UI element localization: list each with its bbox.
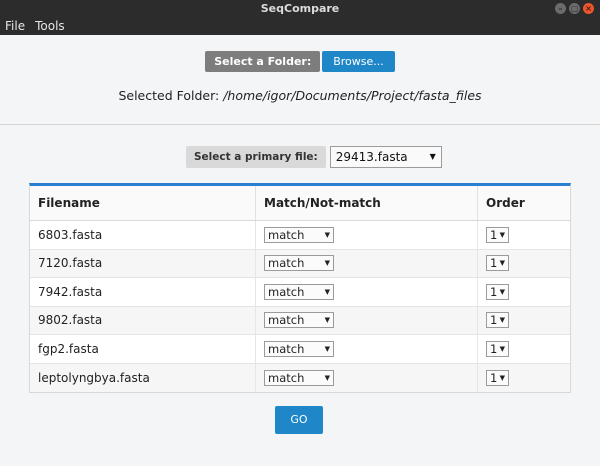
menu-bar: File Tools bbox=[0, 17, 600, 35]
cell-order: 1 ▼ bbox=[478, 221, 570, 249]
selected-folder-prefix: Selected Folder: bbox=[118, 88, 224, 103]
cell-filename: leptolyngbya.fasta bbox=[30, 363, 256, 392]
cell-match: match ▼ bbox=[256, 221, 478, 249]
browse-button[interactable]: Browse... bbox=[322, 51, 395, 72]
selected-folder-path: /home/igor/Documents/Project/fasta_files bbox=[223, 88, 482, 103]
order-value: 1 bbox=[490, 313, 498, 328]
match-value: match bbox=[268, 256, 305, 271]
table-row: 7120.fasta match ▼ 1 ▼ bbox=[30, 249, 570, 278]
match-value: match bbox=[268, 227, 305, 242]
order-value: 1 bbox=[490, 341, 498, 356]
cell-filename: 7120.fasta bbox=[30, 249, 256, 277]
primary-file-value: 29413.fasta bbox=[335, 150, 408, 164]
minimize-icon[interactable]: – bbox=[555, 3, 566, 14]
table-row: 6803.fasta match ▼ 1 ▼ bbox=[30, 221, 570, 250]
order-dropdown[interactable]: 1 ▼ bbox=[486, 312, 509, 329]
match-value: match bbox=[268, 284, 305, 299]
menu-tools[interactable]: Tools bbox=[30, 17, 70, 35]
primary-file-selector: Select a primary file: 29413.fasta ▼ bbox=[186, 146, 442, 168]
cell-match: match ▼ bbox=[256, 306, 478, 334]
folder-selector: Select a Folder: Browse... bbox=[0, 51, 600, 72]
order-dropdown[interactable]: 1 ▼ bbox=[486, 369, 509, 386]
cell-filename: 9802.fasta bbox=[30, 306, 256, 334]
match-dropdown[interactable]: match ▼ bbox=[264, 340, 334, 357]
table-header: Filename Match/Not-match Order bbox=[30, 186, 570, 221]
window-titlebar: SeqCompare – ▢ × bbox=[0, 0, 600, 17]
cell-match: match ▼ bbox=[256, 249, 478, 277]
cell-order: 1 ▼ bbox=[478, 335, 570, 363]
chevron-down-icon: ▼ bbox=[324, 259, 330, 268]
primary-file-dropdown[interactable]: 29413.fasta ▼ bbox=[329, 146, 442, 168]
chevron-down-icon: ▼ bbox=[499, 287, 505, 296]
section-divider bbox=[0, 124, 600, 125]
window-title: SeqCompare bbox=[260, 2, 340, 15]
chevron-down-icon: ▼ bbox=[429, 152, 436, 161]
order-dropdown[interactable]: 1 ▼ bbox=[486, 283, 509, 300]
table-row: 9802.fasta match ▼ 1 ▼ bbox=[30, 306, 570, 335]
order-dropdown[interactable]: 1 ▼ bbox=[486, 340, 509, 357]
cell-order: 1 ▼ bbox=[478, 278, 570, 306]
cell-match: match ▼ bbox=[256, 278, 478, 306]
order-value: 1 bbox=[490, 284, 498, 299]
selected-folder-text: Selected Folder: /home/igor/Documents/Pr… bbox=[0, 88, 600, 103]
files-table: Filename Match/Not-match Order 6803.fast… bbox=[29, 183, 571, 393]
table-row: 7942.fasta match ▼ 1 ▼ bbox=[30, 278, 570, 307]
order-value: 1 bbox=[490, 370, 498, 385]
order-value: 1 bbox=[490, 227, 498, 242]
match-value: match bbox=[268, 313, 305, 328]
match-value: match bbox=[268, 341, 305, 356]
cell-order: 1 ▼ bbox=[478, 250, 570, 278]
main-content: Select a Folder: Browse... Selected Fold… bbox=[0, 35, 600, 466]
chevron-down-icon: ▼ bbox=[499, 259, 505, 268]
chevron-down-icon: ▼ bbox=[499, 316, 505, 325]
chevron-down-icon: ▼ bbox=[324, 287, 330, 296]
match-dropdown[interactable]: match ▼ bbox=[264, 369, 334, 386]
header-match[interactable]: Match/Not-match bbox=[256, 186, 478, 220]
match-value: match bbox=[268, 370, 305, 385]
cell-order: 1 ▼ bbox=[478, 307, 570, 335]
close-icon[interactable]: × bbox=[583, 3, 594, 14]
cell-filename: 6803.fasta bbox=[30, 221, 256, 249]
chevron-down-icon: ▼ bbox=[324, 230, 330, 239]
menu-file[interactable]: File bbox=[0, 17, 30, 35]
chevron-down-icon: ▼ bbox=[499, 230, 505, 239]
cell-match: match ▼ bbox=[256, 335, 478, 363]
select-folder-label: Select a Folder: bbox=[205, 51, 321, 72]
go-button[interactable]: GO bbox=[275, 406, 323, 434]
match-dropdown[interactable]: match ▼ bbox=[264, 255, 334, 272]
header-order[interactable]: Order bbox=[478, 186, 570, 220]
table-row: leptolyngbya.fasta match ▼ 1 ▼ bbox=[30, 363, 570, 393]
chevron-down-icon: ▼ bbox=[499, 373, 505, 382]
cell-match: match ▼ bbox=[256, 363, 478, 392]
chevron-down-icon: ▼ bbox=[324, 344, 330, 353]
match-dropdown[interactable]: match ▼ bbox=[264, 312, 334, 329]
order-dropdown[interactable]: 1 ▼ bbox=[486, 255, 509, 272]
cell-filename: 7942.fasta bbox=[30, 278, 256, 306]
window-controls: – ▢ × bbox=[555, 3, 594, 14]
chevron-down-icon: ▼ bbox=[499, 344, 505, 353]
header-filename[interactable]: Filename bbox=[30, 186, 256, 220]
match-dropdown[interactable]: match ▼ bbox=[264, 283, 334, 300]
chevron-down-icon: ▼ bbox=[324, 373, 330, 382]
cell-order: 1 ▼ bbox=[478, 364, 570, 393]
cell-filename: fgp2.fasta bbox=[30, 335, 256, 363]
primary-file-label: Select a primary file: bbox=[186, 146, 326, 168]
order-value: 1 bbox=[490, 256, 498, 271]
table-row: fgp2.fasta match ▼ 1 ▼ bbox=[30, 335, 570, 364]
chevron-down-icon: ▼ bbox=[324, 316, 330, 325]
table-body: 6803.fasta match ▼ 1 ▼ 7120.fasta match ▼ 1… bbox=[30, 221, 570, 392]
order-dropdown[interactable]: 1 ▼ bbox=[486, 226, 509, 243]
maximize-icon[interactable]: ▢ bbox=[569, 3, 580, 14]
match-dropdown[interactable]: match ▼ bbox=[264, 226, 334, 243]
